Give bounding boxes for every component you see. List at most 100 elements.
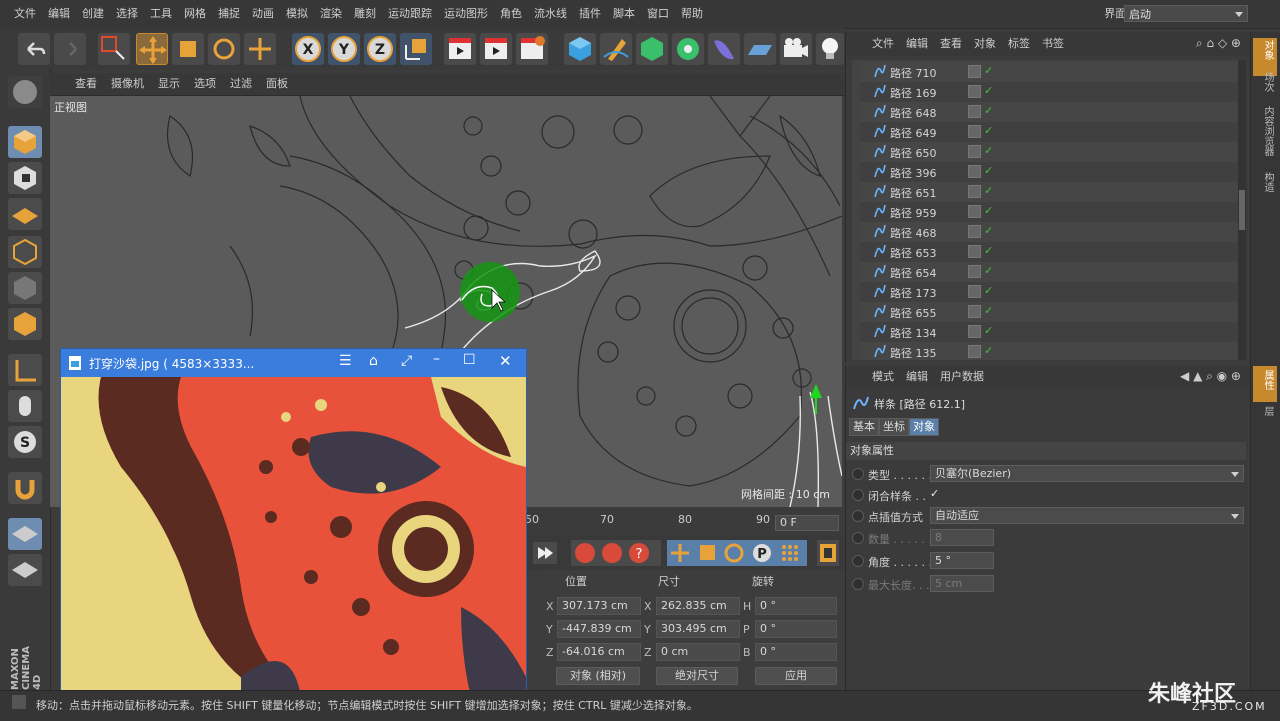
menu-help[interactable]: 帮助 [675, 0, 709, 28]
maximize-icon[interactable]: ☐ [463, 352, 476, 368]
end-frame-field[interactable]: 0 F [775, 515, 839, 531]
viewport-menu-view[interactable]: 查看 [68, 73, 104, 95]
menu-tools[interactable]: 工具 [144, 0, 178, 28]
visibility-dots[interactable] [968, 205, 981, 218]
menu-mograph[interactable]: 运动图形 [438, 0, 494, 28]
size-y-field[interactable]: 303.495 cm [656, 620, 740, 638]
list-item[interactable]: 路径 651 ✓ [860, 182, 1238, 202]
edges-mode-button[interactable] [8, 272, 42, 304]
check-icon[interactable]: ✓ [984, 64, 993, 77]
check-icon[interactable]: ✓ [984, 144, 993, 157]
list-item[interactable]: 路径 649 ✓ [860, 122, 1238, 142]
menu-plugins[interactable]: 插件 [573, 0, 607, 28]
size-x-field[interactable]: 262.835 cm [656, 597, 740, 615]
menu-snap[interactable]: 捕捉 [212, 0, 246, 28]
list-item[interactable]: 路径 654 ✓ [860, 262, 1238, 282]
points-mode-button[interactable] [8, 236, 42, 268]
list-item[interactable]: 路径 710 ✓ [860, 62, 1238, 82]
move-tool-button[interactable] [136, 33, 168, 65]
menu-render[interactable]: 渲染 [314, 0, 348, 28]
image-viewer-titlebar[interactable]: 打穿沙袋.jpg ( 4583×3333... ☰ ⌂ ⤢ – ☐ ✕ [61, 349, 526, 377]
redo-button[interactable] [54, 33, 86, 65]
angle-field[interactable]: 5 ° [930, 552, 994, 569]
list-item[interactable]: 路径 468 ✓ [860, 222, 1238, 242]
visibility-dots[interactable] [968, 185, 981, 198]
list-item[interactable]: 路径 173 ✓ [860, 282, 1238, 302]
side-tab-objects[interactable]: 对象 [1255, 40, 1275, 60]
coordinate-mode-select[interactable]: 对象 (相对) [556, 667, 640, 685]
snap-button[interactable]: S [8, 426, 42, 458]
rotation-h-field[interactable]: 0 ° [755, 597, 837, 615]
menu-simulate[interactable]: 模拟 [280, 0, 314, 28]
menu-sculpt[interactable]: 雕刻 [348, 0, 382, 28]
list-item[interactable]: 路径 648 ✓ [860, 102, 1238, 122]
deformer-button[interactable] [708, 33, 740, 65]
rotation-p-field[interactable]: 0 ° [755, 620, 837, 638]
coordinate-system-button[interactable] [400, 33, 432, 65]
animate-toggle[interactable] [852, 468, 864, 480]
viewport-menu-options[interactable]: 选项 [187, 73, 223, 95]
workplane-mode-button[interactable] [8, 198, 42, 230]
am-menu-edit[interactable]: 编辑 [900, 366, 934, 388]
object-list-scrollbar[interactable] [1238, 60, 1246, 360]
visibility-dots[interactable] [968, 165, 981, 178]
visibility-dots[interactable] [968, 125, 981, 138]
go-to-end-button[interactable] [533, 542, 557, 564]
check-icon[interactable]: ✓ [984, 164, 993, 177]
menu-icon[interactable]: ☰ [339, 353, 352, 369]
undo-button[interactable] [18, 33, 50, 65]
axis-mode-button[interactable] [8, 354, 42, 386]
model-mode-button[interactable] [8, 126, 42, 158]
side-tab-attributes[interactable]: 属性 [1255, 370, 1275, 390]
visibility-dots[interactable] [968, 345, 981, 358]
am-menu-mode[interactable]: 模式 [866, 366, 900, 388]
side-tab-layers[interactable]: 层 [1255, 406, 1275, 416]
list-item[interactable]: 路径 134 ✓ [860, 322, 1238, 342]
object-name[interactable]: 路径 654 [890, 265, 937, 281]
check-icon[interactable]: ✓ [984, 104, 993, 117]
tweak-mode-button[interactable] [8, 390, 42, 422]
tab-object[interactable]: 对象 [909, 418, 939, 436]
type-select[interactable]: 贝塞尔(Bezier) [930, 465, 1244, 482]
timeline[interactable]: 50 70 80 90 0 F [525, 508, 843, 536]
polygons-mode-button[interactable] [8, 308, 42, 340]
visibility-dots[interactable] [968, 105, 981, 118]
menu-animate[interactable]: 动画 [246, 0, 280, 28]
object-name[interactable]: 路径 655 [890, 305, 937, 321]
visibility-dots[interactable] [968, 245, 981, 258]
render-view-button[interactable] [444, 33, 476, 65]
planar-workplane-button[interactable] [8, 554, 42, 586]
visibility-dots[interactable] [968, 325, 981, 338]
fullscreen-icon[interactable]: ⤢ [401, 353, 412, 369]
recent-tool-button[interactable] [244, 33, 276, 65]
pin-icon[interactable]: ⌂ [369, 353, 378, 369]
object-name[interactable]: 路径 468 [890, 225, 937, 241]
list-item[interactable]: 路径 655 ✓ [860, 302, 1238, 322]
visibility-dots[interactable] [968, 65, 981, 78]
menu-file[interactable]: 文件 [8, 0, 42, 28]
object-name[interactable]: 路径 653 [890, 245, 937, 261]
menu-script[interactable]: 脚本 [607, 0, 641, 28]
animate-toggle[interactable] [852, 489, 864, 501]
rotate-tool-button[interactable] [208, 33, 240, 65]
viewport-menu-cameras[interactable]: 摄像机 [104, 73, 151, 95]
position-z-field[interactable]: -64.016 cm [557, 643, 641, 661]
pen-button[interactable] [600, 33, 632, 65]
object-name[interactable]: 路径 650 [890, 145, 937, 161]
om-menu-edit[interactable]: 编辑 [900, 32, 934, 56]
om-menu-bookmarks[interactable]: 书签 [1036, 32, 1070, 56]
check-icon[interactable]: ✓ [984, 264, 993, 277]
magnet-button[interactable] [8, 472, 42, 504]
viewport-menu-display[interactable]: 显示 [151, 73, 187, 95]
light-button[interactable] [816, 33, 844, 65]
list-item[interactable]: 路径 135 ✓ [860, 342, 1238, 360]
object-name[interactable]: 路径 648 [890, 105, 937, 121]
side-tab-structure[interactable]: 构造 [1255, 172, 1275, 192]
scale-tool-button[interactable] [172, 33, 204, 65]
y-axis-button[interactable]: Y [328, 33, 360, 65]
interpolation-select[interactable]: 自动适应 [930, 507, 1244, 524]
object-name[interactable]: 路径 134 [890, 325, 937, 341]
visibility-dots[interactable] [968, 305, 981, 318]
check-icon[interactable]: ✓ [984, 304, 993, 317]
visibility-dots[interactable] [968, 285, 981, 298]
